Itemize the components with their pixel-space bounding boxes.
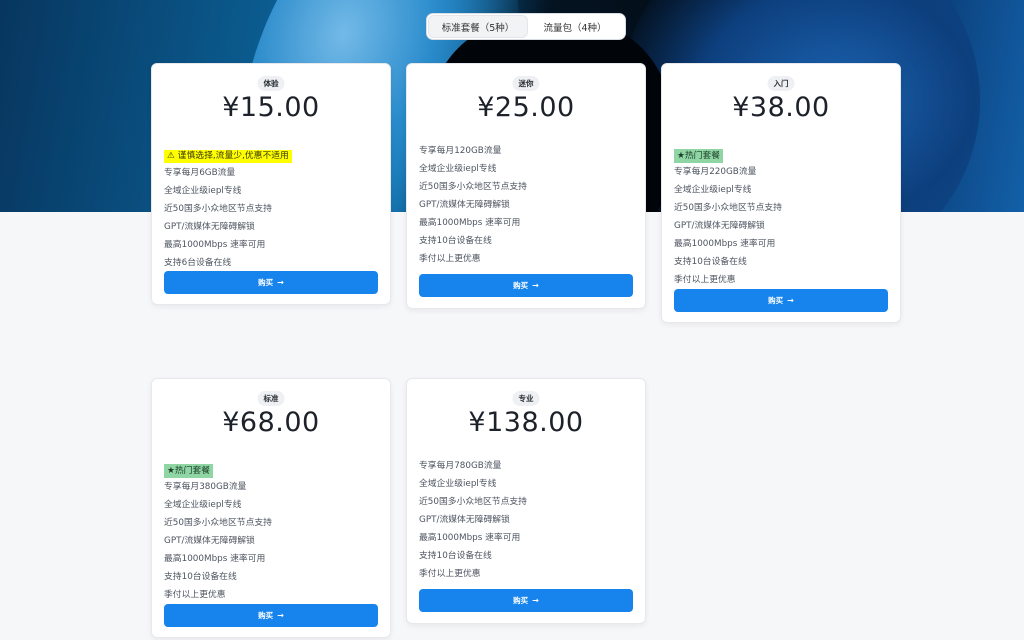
plan-badge: 标准 [257,391,285,406]
arrow-right-icon: → [787,296,794,305]
plan-price: ¥138.00 [468,407,584,438]
feature-item: GPT/流媒体无障碍解锁 [164,536,255,546]
feature-item: 支持10台设备在线 [419,236,492,246]
feature-item: 全域企业级iepl专线 [419,164,497,174]
arrow-right-icon: → [532,596,539,605]
arrow-right-icon: → [277,278,284,287]
buy-button-label: 购买 [258,278,274,287]
plan-card-mini: 迷你 ¥25.00 专享每月120GB流量 全域企业级iepl专线 近50国多小… [406,63,646,309]
feature-item: 支持10台设备在线 [419,551,492,561]
plan-badge: 体验 [257,76,285,91]
feature-item: 支持10台设备在线 [674,257,747,267]
feature-item: 全域企业级iepl专线 [164,500,242,510]
feature-item: 专享每月380GB流量 [164,482,247,492]
buy-button-label: 购买 [513,281,529,290]
tab-traffic-packs[interactable]: 流量包（4种） [527,16,623,37]
plan-card-trial: 体验 ¥15.00 ⚠ 谨慎选择,流量少,优惠不适用 专享每月6GB流量 全域企… [151,63,391,305]
plan-badge: 专业 [512,391,540,406]
feature-item: 专享每月6GB流量 [164,168,236,178]
plan-features: 专享每月120GB流量 全域企业级iepl专线 近50国多小众地区节点支持 GP… [419,142,633,268]
hot-plan-tag: ★热门套餐 [674,149,724,163]
feature-item: 支持10台设备在线 [164,572,237,582]
feature-item: GPT/流媒体无障碍解锁 [419,200,510,210]
buy-button[interactable]: 购买 → [164,604,378,627]
buy-button[interactable]: 购买 → [674,289,888,312]
plan-card-starter: 入门 ¥38.00 ★热门套餐 专享每月220GB流量 全域企业级iepl专线 … [661,63,901,323]
feature-item: 全域企业级iepl专线 [419,479,497,489]
buy-button-label: 购买 [513,596,529,605]
plan-price: ¥15.00 [222,92,320,123]
feature-item: 支持6台设备在线 [164,258,232,268]
buy-button[interactable]: 购买 → [419,589,633,612]
feature-item: 专享每月780GB流量 [419,461,502,471]
feature-item: 近50国多小众地区节点支持 [419,497,527,507]
plan-card-pro: 专业 ¥138.00 专享每月780GB流量 全域企业级iepl专线 近50国多… [406,378,646,624]
feature-item: 近50国多小众地区节点支持 [419,182,527,192]
plan-badge: 入门 [767,76,795,91]
arrow-right-icon: → [532,281,539,290]
feature-item: 季付以上更优惠 [674,275,736,285]
feature-item: 最高1000Mbps 速率可用 [419,218,521,228]
feature-item: 近50国多小众地区节点支持 [164,204,272,214]
plan-price: ¥38.00 [732,92,830,123]
feature-item: 最高1000Mbps 速率可用 [164,240,266,250]
feature-item: 专享每月220GB流量 [674,167,757,177]
plan-price: ¥68.00 [222,407,320,438]
plan-warning-note: ⚠ 谨慎选择,流量少,优惠不适用 [164,150,292,163]
plan-badge: 迷你 [512,76,540,91]
buy-button-label: 购买 [258,611,274,620]
plan-features: ★热门套餐 专享每月220GB流量 全域企业级iepl专线 近50国多小众地区节… [674,143,888,289]
buy-button[interactable]: 购买 → [419,274,633,297]
plan-card-standard: 标准 ¥68.00 ★热门套餐 专享每月380GB流量 全域企业级iepl专线 … [151,378,391,638]
plan-features: 专享每月780GB流量 全域企业级iepl专线 近50国多小众地区节点支持 GP… [419,457,633,583]
plan-features: ⚠ 谨慎选择,流量少,优惠不适用 专享每月6GB流量 全域企业级iepl专线 近… [164,143,378,272]
feature-item: 全域企业级iepl专线 [164,186,242,196]
plan-type-tabs: 标准套餐（5种） 流量包（4种） [426,13,626,40]
buy-button[interactable]: 购买 → [164,271,378,294]
feature-item: 专享每月120GB流量 [419,146,502,156]
feature-item: GPT/流媒体无障碍解锁 [164,222,255,232]
feature-item: 近50国多小众地区节点支持 [164,518,272,528]
feature-item: 季付以上更优惠 [164,590,226,600]
feature-item: 最高1000Mbps 速率可用 [419,533,521,543]
buy-button-label: 购买 [768,296,784,305]
feature-item: GPT/流媒体无障碍解锁 [674,221,765,231]
feature-item: GPT/流媒体无障碍解锁 [419,515,510,525]
plan-features: ★热门套餐 专享每月380GB流量 全域企业级iepl专线 近50国多小众地区节… [164,458,378,604]
feature-item: 季付以上更优惠 [419,254,481,264]
feature-item: 近50国多小众地区节点支持 [674,203,782,213]
feature-item: 季付以上更优惠 [419,569,481,579]
hot-plan-tag: ★热门套餐 [164,464,214,478]
plan-price: ¥25.00 [477,92,575,123]
arrow-right-icon: → [277,611,284,620]
tab-standard-plans[interactable]: 标准套餐（5种） [429,16,527,37]
feature-item: 最高1000Mbps 速率可用 [674,239,776,249]
feature-item: 全域企业级iepl专线 [674,185,752,195]
feature-item: 最高1000Mbps 速率可用 [164,554,266,564]
